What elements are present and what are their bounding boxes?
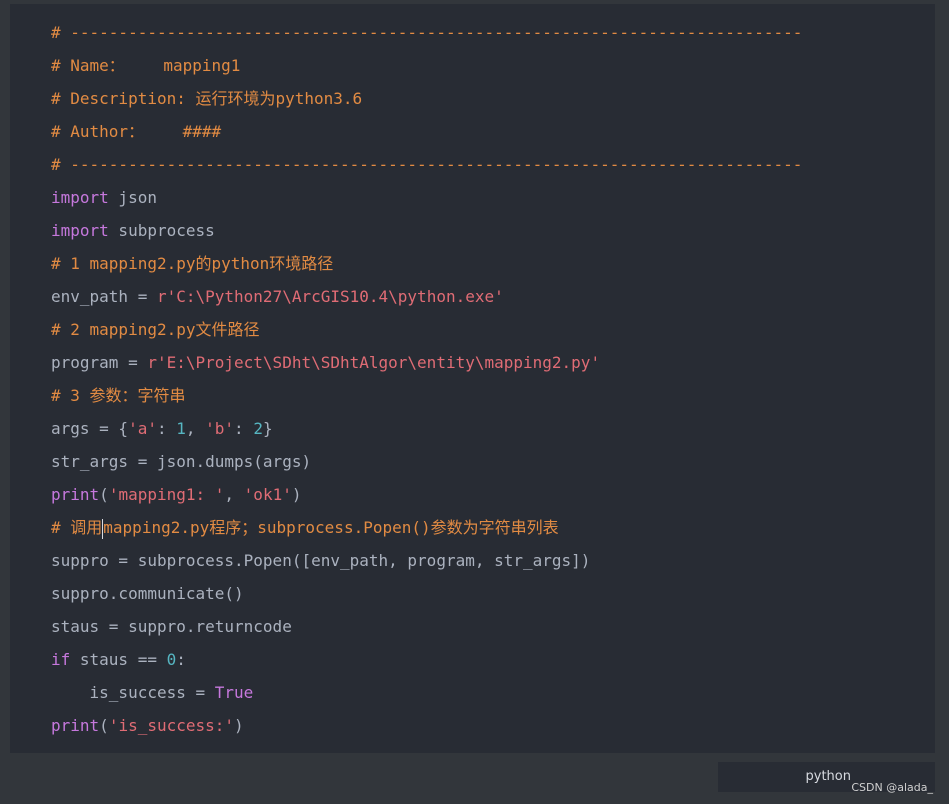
code-line: suppro.communicate() [51, 577, 802, 610]
code-line: str_args = json.dumps(args) [51, 445, 802, 478]
code-line: import json [51, 181, 802, 214]
code-token: , [185, 419, 206, 438]
code-token: json [108, 188, 157, 207]
code-line: print('is_success:') [51, 709, 802, 742]
code-line: program = r'E:\Project\SDht\SDhtAlgor\en… [51, 346, 802, 379]
code-token: is_success = [51, 683, 215, 702]
code-token: : [156, 419, 177, 438]
code-token: # 调用 [51, 518, 103, 537]
code-token: # 3 参数：字符串 [51, 386, 186, 405]
code-token: suppro = subprocess.Popen([env_path, pro… [51, 551, 591, 570]
code-token: 'b' [205, 419, 235, 438]
code-line: # Description: 运行环境为python3.6 [51, 82, 802, 115]
code-line: if staus == 0: [51, 643, 802, 676]
code-token: if [51, 650, 71, 669]
code-token: ( [99, 716, 109, 735]
code-token: r'C:\Python27\ArcGIS10.4\python.exe' [156, 287, 504, 306]
code-token: ) [291, 485, 302, 504]
code-token: , [224, 485, 244, 504]
code-token: # 1 mapping2.py的python环境路径 [51, 254, 334, 273]
code-line: import subprocess [51, 214, 802, 247]
code-token: program = [51, 353, 148, 372]
code-token: : [234, 419, 254, 438]
code-line: # --------------------------------------… [51, 16, 802, 49]
code-token: 1 [176, 419, 186, 438]
code-token: suppro.communicate() [51, 584, 244, 603]
code-token: str_args = json.dumps(args) [51, 452, 312, 471]
code-token: staus == [70, 650, 167, 669]
code-token: args = { [51, 419, 129, 438]
code-line: # 2 mapping2.py文件路径 [51, 313, 802, 346]
code-token: 'mapping1: ' [108, 485, 225, 504]
code-line: is_success = True [51, 676, 802, 709]
code-line: # 调用mapping2.py程序；subprocess.Popen()参数为字… [51, 511, 802, 544]
code-token: import [51, 188, 109, 207]
code-token: subprocess [108, 221, 215, 240]
code-token: r'E:\Project\SDht\SDhtAlgor\entity\mappi… [147, 353, 601, 372]
code-token: print [51, 716, 100, 735]
code-token: ( [99, 485, 109, 504]
code-token: # 2 mapping2.py文件路径 [51, 320, 260, 339]
code-token: # --------------------------------------… [51, 23, 803, 42]
code-token: True [214, 683, 254, 702]
code-token: # Description: 运行环境为python3.6 [51, 89, 363, 108]
code-token: : [176, 650, 186, 669]
code-token: 'is_success:' [108, 716, 235, 735]
code-line: staus = suppro.returncode [51, 610, 802, 643]
code-token: 2 [253, 419, 263, 438]
language-label: python [805, 769, 851, 784]
code-token: print [51, 485, 100, 504]
code-token: 'a' [128, 419, 157, 438]
code-token: env_path = [51, 287, 157, 306]
code-line: # 3 参数：字符串 [51, 379, 802, 412]
code-line: args = {'a': 1, 'b': 2} [51, 412, 802, 445]
code-line: env_path = r'C:\Python27\ArcGIS10.4\pyth… [51, 280, 802, 313]
code-line: # 1 mapping2.py的python环境路径 [51, 247, 802, 280]
code-token: import [51, 221, 109, 240]
code-line: print('mapping1: ', 'ok1') [51, 478, 802, 511]
code-line: # Name： mapping1 [51, 49, 802, 82]
code-token: # Author： #### [51, 122, 222, 141]
code-token: } [262, 419, 273, 438]
watermark: CSDN @alada_ [851, 781, 933, 794]
code-token: # Name： mapping1 [51, 56, 241, 75]
code-line: # --------------------------------------… [51, 148, 802, 181]
code-content[interactable]: # --------------------------------------… [51, 16, 802, 742]
code-line: # Author： #### [51, 115, 802, 148]
code-token: 0 [166, 650, 177, 669]
code-line: suppro = subprocess.Popen([env_path, pro… [51, 544, 802, 577]
code-token: ) [234, 716, 244, 735]
code-token: # --------------------------------------… [51, 155, 803, 174]
code-token: staus = suppro.returncode [51, 617, 292, 636]
code-token: mapping2.py程序；subprocess.Popen()参数为字符串列表 [103, 518, 559, 537]
code-viewer: # --------------------------------------… [0, 0, 949, 804]
code-token: 'ok1' [243, 485, 292, 504]
code-block[interactable]: # --------------------------------------… [10, 4, 935, 753]
